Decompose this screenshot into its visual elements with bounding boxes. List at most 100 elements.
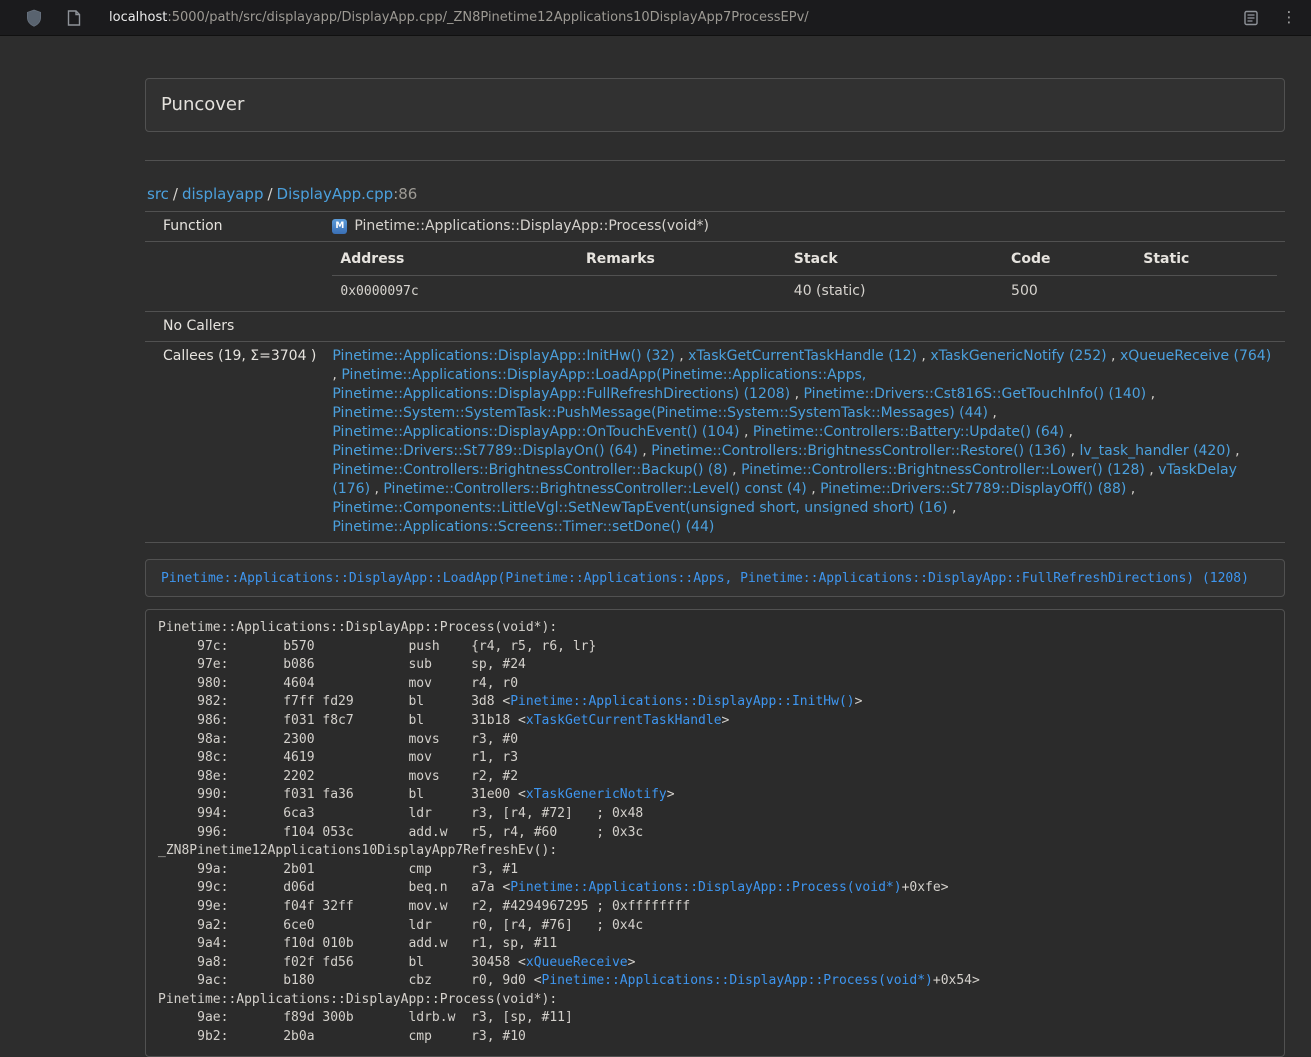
stats-header-code: Code: [1003, 247, 1135, 276]
callee-link[interactable]: Pinetime::Applications::Screens::Timer::…: [332, 519, 714, 535]
callee-separator: ,: [728, 462, 741, 478]
callee-link[interactable]: xTaskGetCurrentTaskHandle (12): [688, 348, 917, 364]
callee-link[interactable]: Pinetime::Drivers::Cst816S::GetTouchInfo…: [804, 386, 1147, 402]
code-line: 9a8: f02f fd56 bl 30458 <xQueueReceive>: [158, 954, 1272, 973]
callee-separator: ,: [790, 386, 803, 402]
callee-link[interactable]: Pinetime::Drivers::St7789::DisplayOff() …: [820, 481, 1126, 497]
callee-link[interactable]: Pinetime::Drivers::St7789::DisplayOn() (…: [332, 443, 637, 459]
code-line: 990: f031 fa36 bl 31e00 <xTaskGenericNot…: [158, 786, 1272, 805]
puncover-panel: Puncover: [145, 78, 1285, 132]
code-text: 98e: 2202 movs r2, #2: [158, 769, 518, 784]
breadcrumb-link-file[interactable]: DisplayApp.cpp: [277, 185, 394, 203]
code-text: >: [628, 955, 636, 970]
code-text: 9b2: 2b0a cmp r3, #10: [158, 1029, 526, 1044]
code-line: 980: 4604 mov r4, r0: [158, 675, 1272, 694]
code-text: 97c: b570 push {r4, r5, r6, lr}: [158, 639, 596, 654]
code-line: 97c: b570 push {r4, r5, r6, lr}: [158, 638, 1272, 657]
callee-link[interactable]: Pinetime::Controllers::BrightnessControl…: [741, 462, 1145, 478]
callee-link[interactable]: Pinetime::Controllers::BrightnessControl…: [383, 481, 806, 497]
code-line: 9a2: 6ce0 ldr r0, [r4, #76] ; 0x4c: [158, 917, 1272, 936]
code-line: Pinetime::Applications::DisplayApp::Proc…: [158, 991, 1272, 1010]
breadcrumb: src/displayapp/DisplayApp.cpp:86: [147, 185, 1285, 203]
callee-separator: ,: [1066, 443, 1079, 459]
code-symbol-link[interactable]: xTaskGenericNotify: [526, 787, 667, 802]
callee-separator: ,: [807, 481, 820, 497]
callee-link[interactable]: xQueueReceive (764): [1120, 348, 1271, 364]
code-line: 99e: f04f 32ff mov.w r2, #4294967295 ; 0…: [158, 898, 1272, 917]
callee-separator: ,: [988, 405, 997, 421]
callee-link[interactable]: Pinetime::Controllers::BrightnessControl…: [651, 443, 1066, 459]
code-text: 996: f104 053c add.w r5, r4, #60 ; 0x3c: [158, 825, 643, 840]
code-text: 980: 4604 mov r4, r0: [158, 676, 518, 691]
code-line: 9b2: 2b0a cmp r3, #10: [158, 1028, 1272, 1047]
callee-separator: ,: [1146, 386, 1155, 402]
callee-separator: ,: [917, 348, 930, 364]
code-symbol-link[interactable]: Pinetime::Applications::DisplayApp::Init…: [510, 694, 854, 709]
reader-view-icon[interactable]: [1239, 6, 1263, 30]
code-line: Pinetime::Applications::DisplayApp::Proc…: [158, 619, 1272, 638]
callee-separator: ,: [740, 424, 753, 440]
stats-header-static: Static: [1135, 247, 1277, 276]
callees-label: Callees (19, Σ=3704 ): [145, 342, 324, 543]
callee-link[interactable]: lv_task_handler (420): [1080, 443, 1231, 459]
code-text: 99a: 2b01 cmp r3, #1: [158, 862, 518, 877]
callee-link[interactable]: Pinetime::System::SystemTask::PushMessag…: [332, 405, 988, 421]
code-text: 982: f7ff fd29 bl 3d8 <: [158, 694, 510, 709]
code-text: >: [722, 713, 730, 728]
url-path: :5000/path/src/displayapp/DisplayApp.cpp…: [167, 10, 808, 25]
code-text: 99c: d06d beq.n a7a <: [158, 880, 510, 895]
callee-link[interactable]: Pinetime::Applications::DisplayApp::Load…: [332, 367, 866, 402]
code-text: 9a8: f02f fd56 bl 30458 <: [158, 955, 526, 970]
callee-link[interactable]: Pinetime::Applications::DisplayApp::Init…: [332, 348, 674, 364]
code-text: 9ac: b180 cbz r0, 9d0 <: [158, 973, 542, 988]
breadcrumb-separator: /: [169, 185, 182, 203]
code-line: 9ae: f89d 300b ldrb.w r3, [sp, #11]: [158, 1009, 1272, 1028]
code-line: 97e: b086 sub sp, #24: [158, 656, 1272, 675]
page-content: Puncover src/displayapp/DisplayApp.cpp:8…: [145, 36, 1285, 1057]
callee-link[interactable]: xTaskGenericNotify (252): [930, 348, 1106, 364]
callee-link[interactable]: Pinetime::Controllers::BrightnessControl…: [332, 462, 727, 478]
code-line: 99a: 2b01 cmp r3, #1: [158, 861, 1272, 880]
symbol-table: Function M Pinetime::Applications::Displ…: [145, 211, 1285, 543]
page-icon[interactable]: [62, 6, 86, 30]
kebab-menu-icon[interactable]: ⋮: [1277, 6, 1301, 30]
divider: [145, 160, 1285, 161]
code-text: 9ae: f89d 300b ldrb.w r3, [sp, #11]: [158, 1010, 573, 1025]
callee-link[interactable]: Pinetime::Components::LittleVgl::SetNewT…: [332, 500, 947, 516]
stats-table: Address Remarks Stack Code Static 0x0000…: [332, 247, 1277, 306]
code-text: 97e: b086 sub sp, #24: [158, 657, 526, 672]
code-text: 98a: 2300 movs r3, #0: [158, 732, 518, 747]
url-text: localhost:5000/path/src/displayapp/Displ…: [109, 10, 809, 25]
callee-link[interactable]: Pinetime::Applications::DisplayApp::OnTo…: [332, 424, 739, 440]
code-text: 994: 6ca3 ldr r3, [r4, #72] ; 0x48: [158, 806, 643, 821]
function-row: Function M Pinetime::Applications::Displ…: [145, 212, 1285, 242]
code-text: 986: f031 f8c7 bl 31b18 <: [158, 713, 526, 728]
url-bar[interactable]: localhost:5000/path/src/displayapp/Displ…: [100, 10, 1239, 25]
snippet-symbol-link[interactable]: Pinetime::Applications::DisplayApp::Load…: [161, 571, 1249, 586]
stats-header-stack: Stack: [786, 247, 1003, 276]
callee-link[interactable]: Pinetime::Controllers::Battery::Update()…: [753, 424, 1064, 440]
stats-row: Address Remarks Stack Code Static 0x0000…: [145, 242, 1285, 312]
code-line: 9ac: b180 cbz r0, 9d0 <Pinetime::Applica…: [158, 972, 1272, 991]
code-symbol-link[interactable]: xTaskGetCurrentTaskHandle: [526, 713, 722, 728]
callee-separator: ,: [948, 500, 957, 516]
code-block: Pinetime::Applications::DisplayApp::Proc…: [145, 609, 1285, 1057]
code-line: 98c: 4619 mov r1, r3: [158, 749, 1272, 768]
page-title: Puncover: [161, 94, 1269, 116]
callee-separator: ,: [638, 443, 651, 459]
code-symbol-link[interactable]: Pinetime::Applications::DisplayApp::Proc…: [542, 973, 933, 988]
code-line: 994: 6ca3 ldr r3, [r4, #72] ; 0x48: [158, 805, 1272, 824]
callee-separator: ,: [1064, 424, 1073, 440]
function-label: Function: [145, 212, 324, 242]
code-text: 99e: f04f 32ff mov.w r2, #4294967295 ; 0…: [158, 899, 690, 914]
code-symbol-link[interactable]: xQueueReceive: [526, 955, 628, 970]
code-text: +0x54>: [933, 973, 980, 988]
shield-icon[interactable]: [22, 6, 46, 30]
no-callers-row: No Callers: [145, 312, 1285, 342]
breadcrumb-link-displayapp[interactable]: displayapp: [182, 185, 264, 203]
code-symbol-link[interactable]: Pinetime::Applications::DisplayApp::Proc…: [510, 880, 901, 895]
callee-separator: ,: [370, 481, 383, 497]
code-text: >: [667, 787, 675, 802]
breadcrumb-link-src[interactable]: src: [147, 185, 169, 203]
breadcrumb-separator: /: [263, 185, 276, 203]
